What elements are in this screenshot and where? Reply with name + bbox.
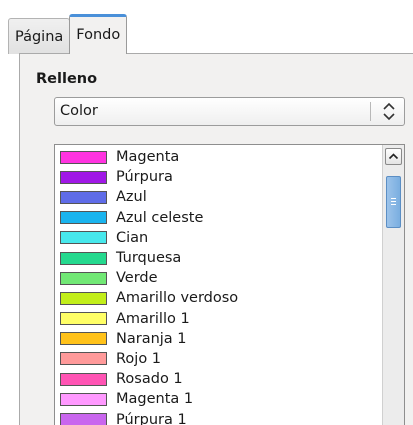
color-name: Púrpura 1 — [116, 411, 187, 425]
color-name: Magenta 1 — [116, 391, 194, 408]
dropdown-separator — [370, 102, 371, 121]
grip-line — [391, 204, 396, 205]
color-name: Púrpura — [116, 169, 173, 186]
background-panel: Relleno Color Magenta Púrpura Azul Azul cel… — [19, 53, 413, 425]
color-list-item[interactable]: Púrpura — [55, 167, 379, 187]
color-swatch — [60, 170, 107, 184]
color-list-items: Magenta Púrpura Azul Azul celeste Cian Turque… — [55, 147, 379, 425]
color-name: Verde — [116, 270, 158, 287]
color-name: Turquesa — [116, 250, 182, 267]
color-swatch — [60, 211, 107, 225]
color-list-item[interactable]: Magenta 1 — [55, 389, 379, 409]
color-name: Azul — [116, 189, 147, 206]
color-swatch — [60, 312, 107, 326]
color-name: Azul celeste — [116, 209, 204, 226]
color-name: Cian — [116, 229, 149, 246]
color-list-item[interactable]: Azul celeste — [55, 208, 379, 228]
scroll-up-button[interactable] — [385, 148, 402, 165]
fill-type-value: Color — [60, 103, 98, 119]
color-swatch — [60, 413, 107, 425]
grip-line — [391, 201, 396, 202]
color-list-item[interactable]: Azul — [55, 187, 379, 207]
color-list-item[interactable]: Verde — [55, 268, 379, 288]
fill-type-dropdown[interactable]: Color — [54, 97, 405, 126]
color-swatch — [60, 291, 107, 305]
tab-pagina[interactable]: Página — [8, 18, 71, 54]
color-swatch — [60, 392, 107, 406]
color-swatch — [60, 190, 107, 204]
grip-line — [391, 198, 396, 199]
color-list-item[interactable]: Rojo 1 — [55, 349, 379, 369]
page-background-dialog: Página Fondo Relleno Color Magenta Púrpur… — [0, 0, 413, 425]
color-swatch — [60, 251, 107, 265]
fill-section-label: Relleno — [36, 71, 98, 87]
vertical-scrollbar[interactable] — [382, 145, 404, 425]
up-down-arrows-icon — [380, 101, 398, 122]
color-swatch — [60, 332, 107, 346]
chevron-up-icon — [388, 153, 399, 160]
color-name: Amarillo verdoso — [116, 290, 239, 307]
color-swatch — [60, 150, 107, 164]
color-swatch — [60, 352, 107, 366]
scroll-thumb[interactable] — [386, 176, 401, 228]
color-list-item[interactable]: Púrpura 1 — [55, 409, 379, 425]
color-name: Naranja 1 — [116, 330, 187, 347]
color-name: Magenta — [116, 149, 180, 166]
color-list-item[interactable]: Cian — [55, 228, 379, 248]
color-swatch — [60, 271, 107, 285]
color-name: Amarillo 1 — [116, 310, 190, 327]
tab-bar: Página Fondo — [8, 14, 128, 54]
tab-fondo[interactable]: Fondo — [69, 14, 128, 54]
color-list-item[interactable]: Rosado 1 — [55, 369, 379, 389]
color-swatch — [60, 372, 107, 386]
color-list-item[interactable]: Magenta — [55, 147, 379, 167]
color-list-item[interactable]: Amarillo verdoso — [55, 288, 379, 308]
color-list-item[interactable]: Amarillo 1 — [55, 309, 379, 329]
color-list-item[interactable]: Naranja 1 — [55, 329, 379, 349]
color-list[interactable]: Magenta Púrpura Azul Azul celeste Cian Turque… — [54, 144, 405, 425]
color-list-item[interactable]: Turquesa — [55, 248, 379, 268]
color-swatch — [60, 231, 107, 245]
color-name: Rosado 1 — [116, 371, 183, 388]
color-name: Rojo 1 — [116, 350, 162, 367]
